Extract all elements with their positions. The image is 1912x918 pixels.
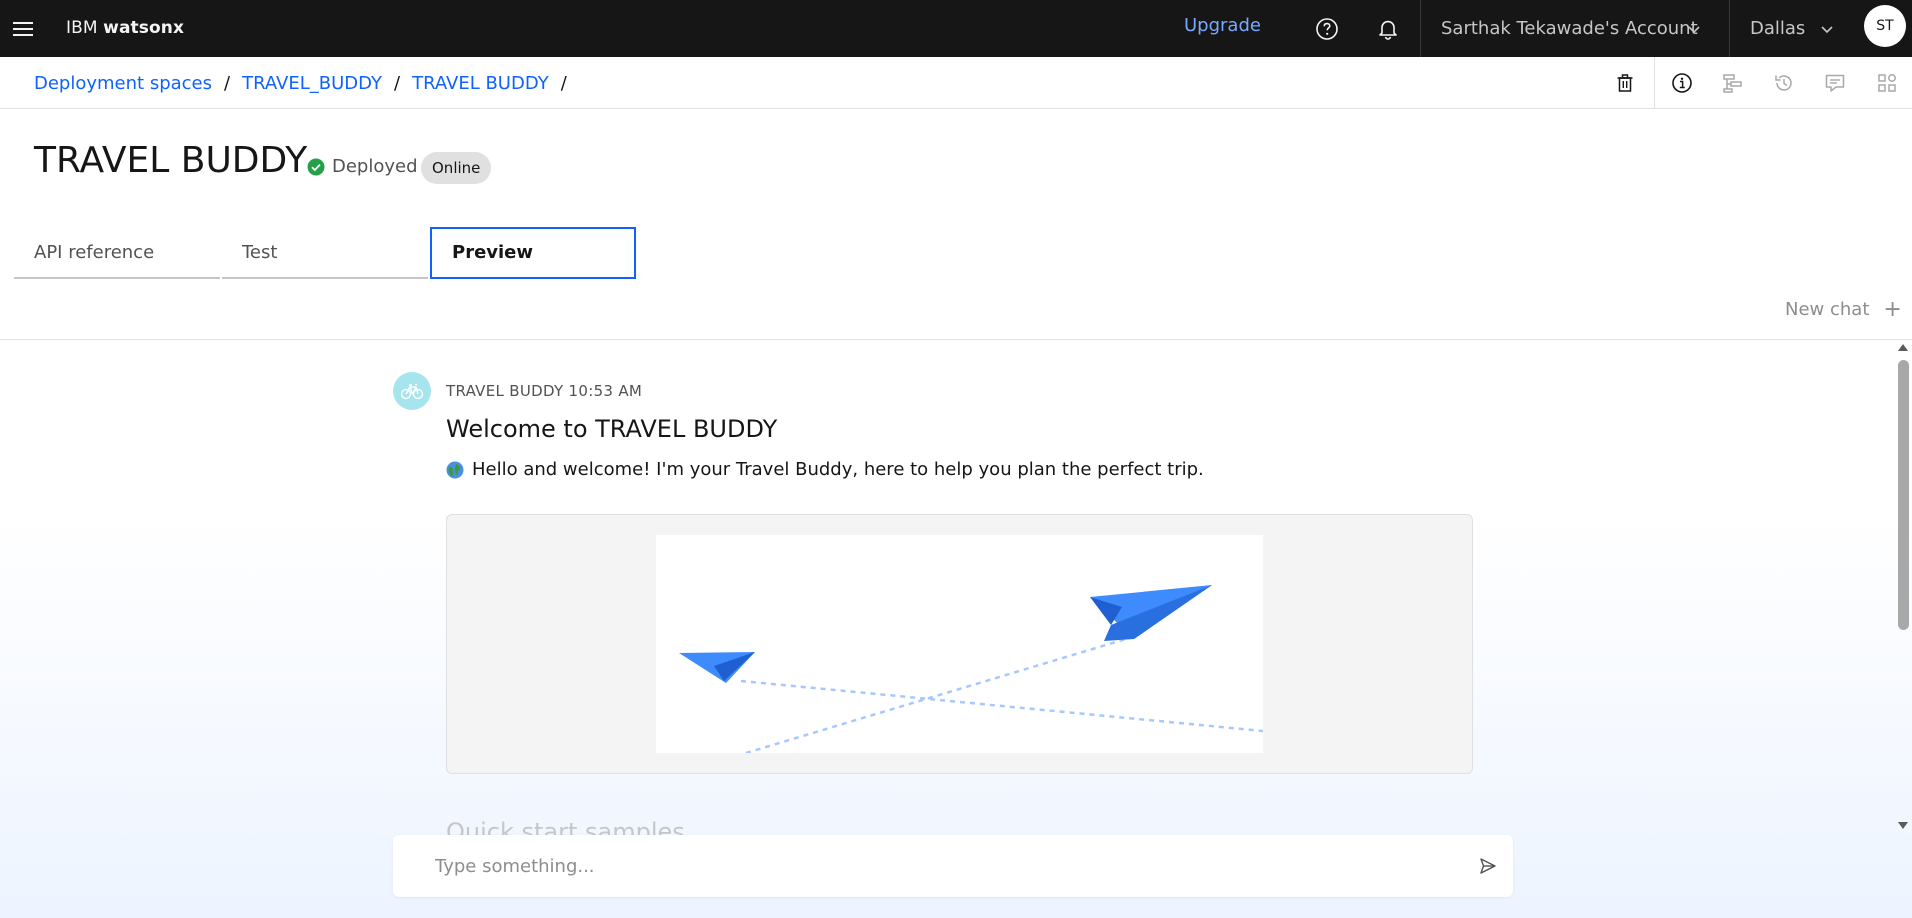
breadcrumb: Deployment spaces / TRAVEL_BUDDY / TRAVE… — [34, 57, 579, 109]
top-navigation-bar: IBM watsonx Upgrade Sarthak Tekawade's A… — [0, 0, 1912, 57]
menu-button[interactable] — [0, 0, 46, 57]
scroll-up-arrow[interactable] — [1898, 344, 1908, 351]
info-button[interactable] — [1657, 57, 1707, 109]
history-icon — [1775, 75, 1792, 91]
upgrade-link[interactable]: Upgrade — [1184, 0, 1261, 57]
breadcrumb-separator: / — [560, 72, 567, 94]
chevron-down-icon — [1688, 26, 1700, 34]
chevron-down-icon — [1821, 26, 1833, 34]
bot-avatar — [393, 372, 431, 410]
comments-button[interactable] — [1810, 57, 1860, 109]
status-badge: Online — [421, 152, 492, 184]
message-time: 10:53 AM — [568, 382, 643, 400]
message-title: Welcome to TRAVEL BUDDY — [446, 415, 778, 443]
breadcrumb-deployment[interactable]: TRAVEL BUDDY — [412, 73, 549, 94]
paper-planes-image — [679, 585, 1264, 755]
message-meta: TRAVEL BUDDY 10:53 AM — [446, 382, 642, 400]
paper-planes-illustration — [656, 535, 1264, 755]
brand-prefix: IBM — [66, 18, 98, 38]
scrollbar-thumb[interactable] — [1898, 360, 1909, 630]
globe-icon — [446, 461, 464, 478]
breadcrumb-bar: Deployment spaces / TRAVEL_BUDDY / TRAVE… — [0, 57, 1912, 109]
user-avatar[interactable]: ST — [1864, 5, 1906, 47]
chat-input[interactable] — [393, 835, 1453, 897]
toolbar-divider — [1654, 57, 1655, 109]
message-image-card — [446, 514, 1473, 774]
menu-icon — [13, 21, 33, 36]
tree-structure-icon — [1723, 74, 1742, 93]
send-icon — [1480, 858, 1496, 874]
message-sender: TRAVEL BUDDY — [446, 382, 564, 400]
account-switcher[interactable]: Sarthak Tekawade's Account — [1420, 0, 1728, 57]
tab-test[interactable]: Test — [222, 227, 428, 279]
trash-icon — [1617, 74, 1633, 92]
tab-api-reference[interactable]: API reference — [14, 227, 220, 279]
comment-icon — [1825, 74, 1845, 92]
chat-input-container — [393, 835, 1513, 897]
apps-button[interactable] — [1862, 57, 1912, 109]
scroll-down-arrow[interactable] — [1898, 822, 1908, 829]
breadcrumb-space[interactable]: TRAVEL_BUDDY — [242, 73, 382, 94]
plus-icon: + — [1883, 297, 1902, 322]
new-chat-button[interactable]: New chat + — [1785, 297, 1902, 322]
help-icon — [1316, 17, 1338, 40]
send-button[interactable] — [1463, 835, 1513, 897]
breadcrumb-separator: / — [224, 72, 231, 94]
apps-icon — [1878, 74, 1896, 92]
chat-panel: TRAVEL BUDDY 10:53 AM Welcome to TRAVEL … — [0, 340, 1912, 918]
message-text: Hello and welcome! I'm your Travel Buddy… — [472, 459, 1204, 480]
lineage-button[interactable] — [1708, 57, 1758, 109]
info-icon — [1672, 73, 1692, 93]
page-title: TRAVEL BUDDY — [34, 140, 308, 181]
history-button[interactable] — [1759, 57, 1809, 109]
bicycle-icon — [400, 383, 424, 400]
region-switcher[interactable]: Dallas — [1729, 0, 1855, 57]
checkmark-filled-icon — [307, 158, 325, 175]
notifications-button[interactable] — [1364, 0, 1412, 57]
delete-button[interactable] — [1600, 57, 1650, 109]
region-label: Dallas — [1750, 18, 1806, 39]
tab-preview[interactable]: Preview — [430, 227, 636, 279]
breadcrumb-separator: / — [394, 72, 401, 94]
breadcrumb-deployment-spaces[interactable]: Deployment spaces — [34, 73, 212, 94]
help-button[interactable] — [1303, 0, 1351, 57]
notification-icon — [1379, 20, 1397, 40]
new-chat-label: New chat — [1785, 299, 1870, 320]
account-label: Sarthak Tekawade's Account — [1441, 18, 1698, 39]
status-label: Deployed — [332, 156, 418, 177]
product-brand[interactable]: IBM watsonx — [66, 0, 184, 57]
brand-product: watsonx — [103, 18, 185, 38]
message-body: Hello and welcome! I'm your Travel Buddy… — [446, 459, 1204, 480]
deployment-status: Deployed — [307, 156, 418, 177]
